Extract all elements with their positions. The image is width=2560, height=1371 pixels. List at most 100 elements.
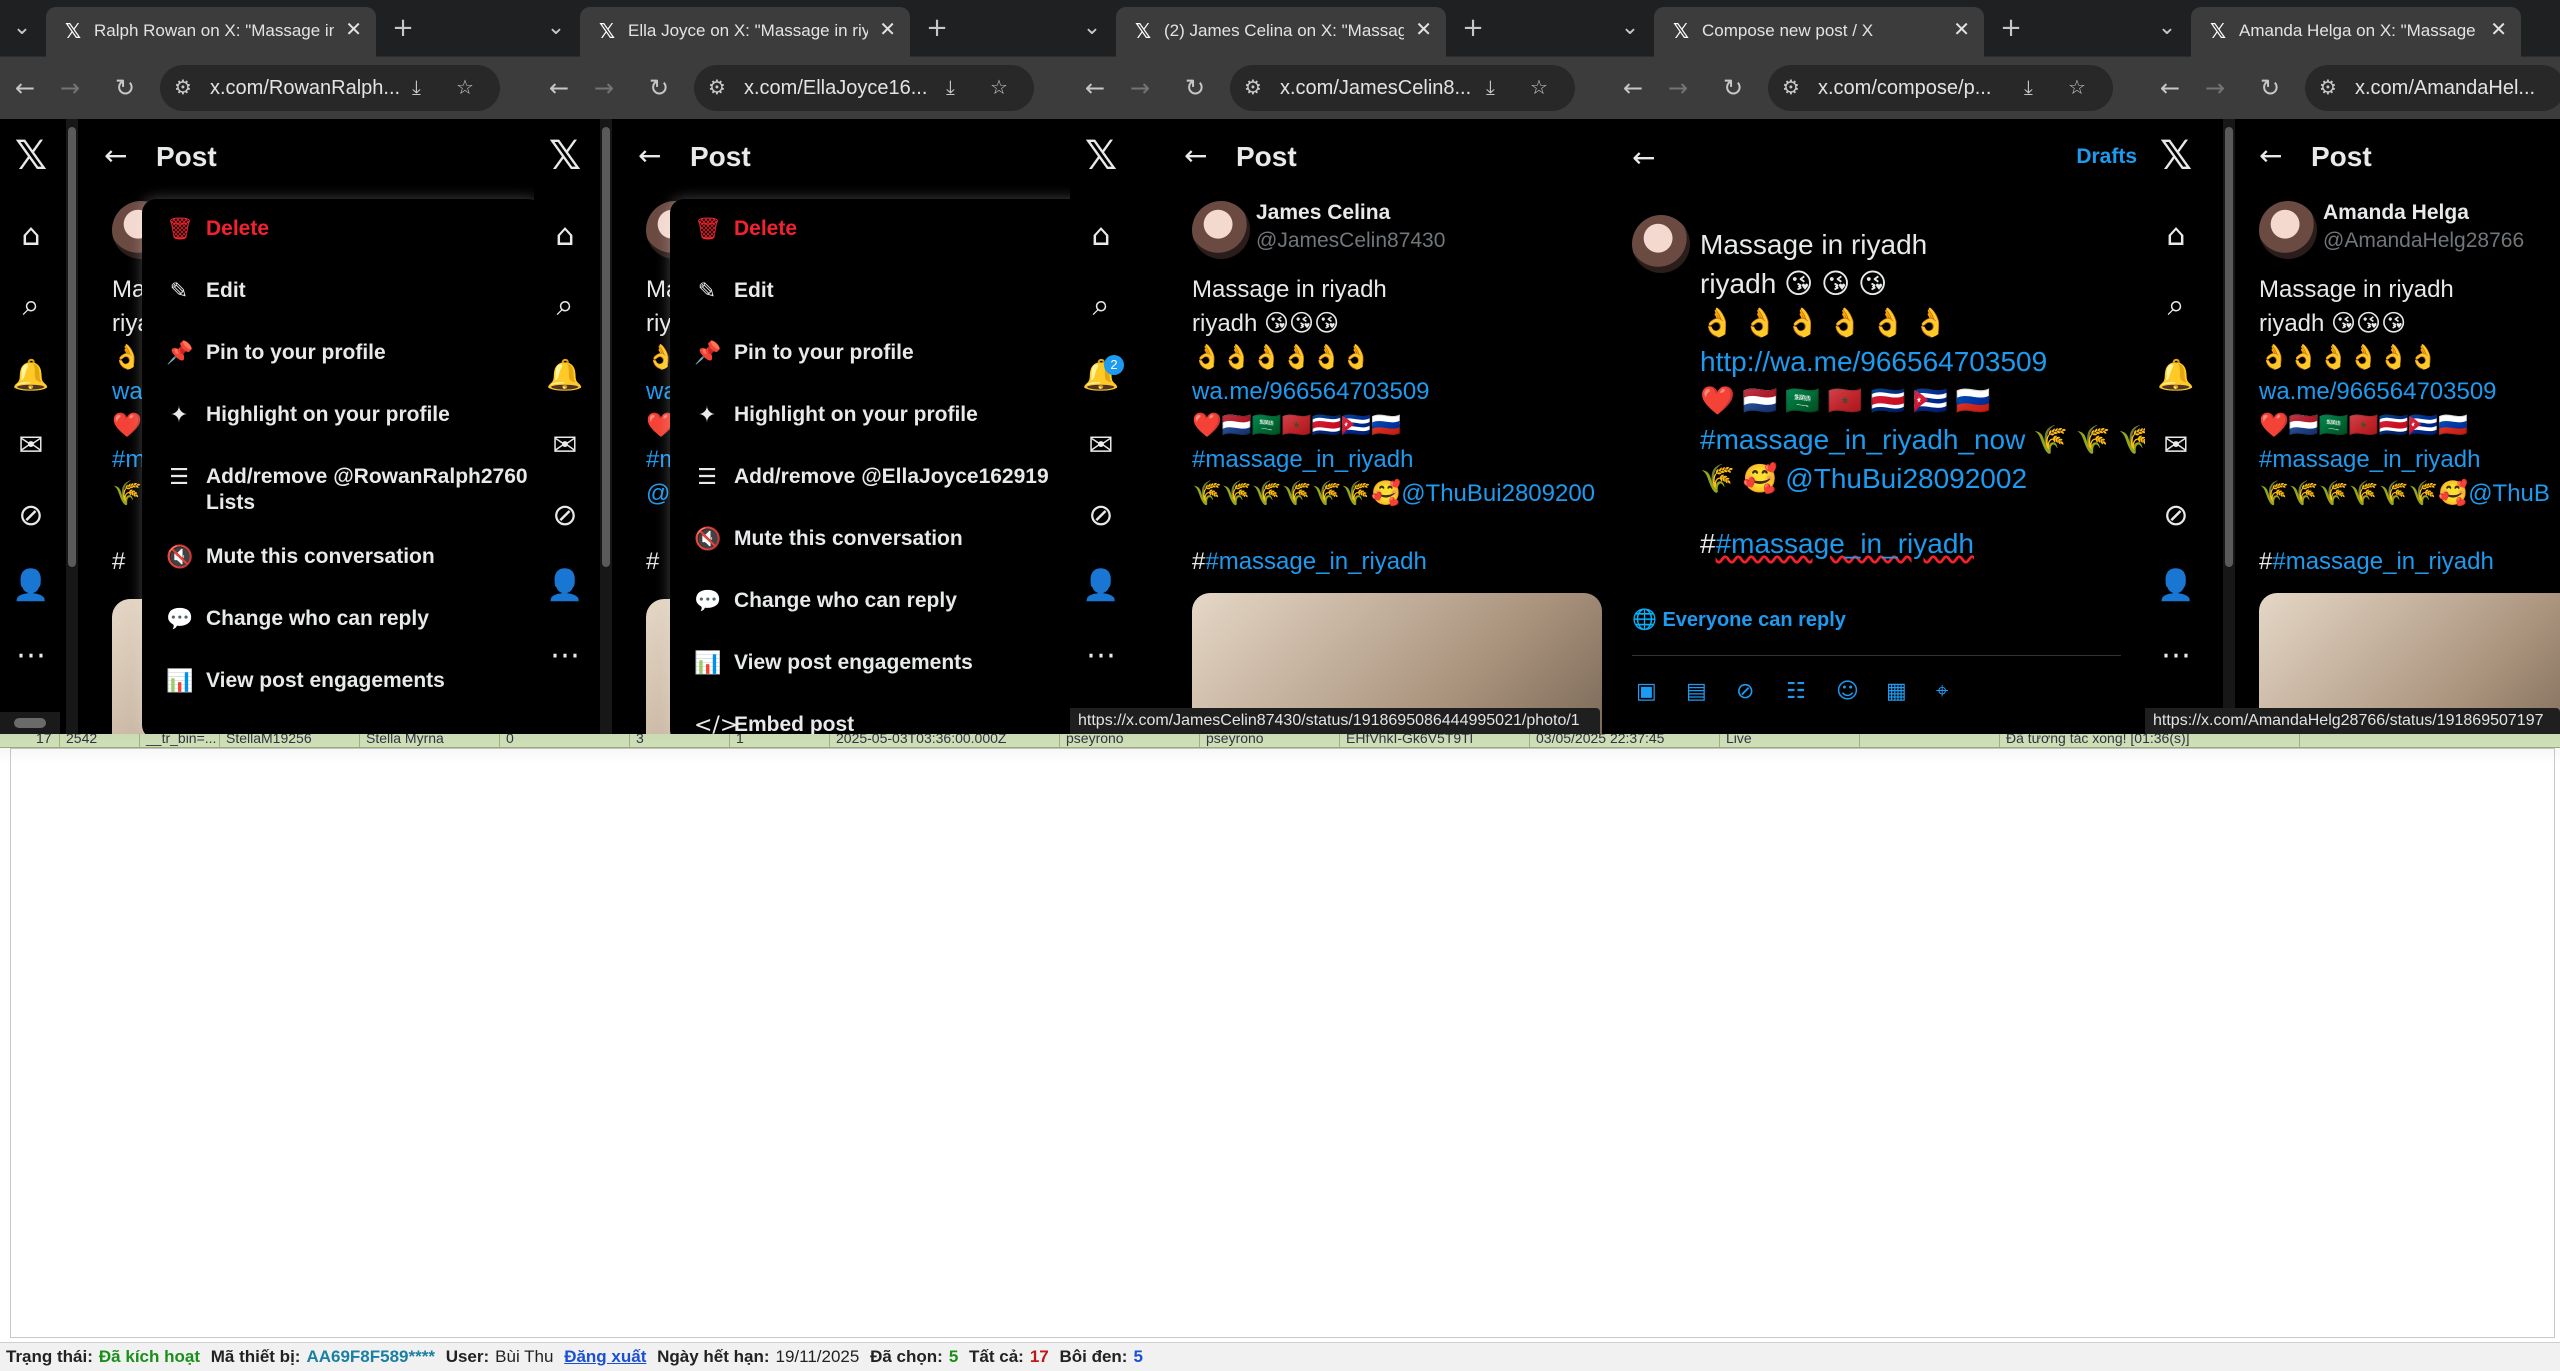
site-info-icon[interactable]: ⚙ (2319, 75, 2337, 99)
author-handle[interactable]: @AmandaHelg28766 (2323, 229, 2524, 253)
back-arrow-icon[interactable]: ← (1632, 141, 1655, 174)
author-name[interactable]: Amanda Helga (2323, 201, 2469, 225)
compose-textarea[interactable]: Massage in riyadh riyadh 😘 😘 😘 👌 👌 👌 👌 👌… (1700, 225, 2145, 563)
omnibox[interactable]: ⚙ x.com/AmandaHel... (2305, 65, 2560, 111)
bookmark-star-icon[interactable]: ☆ (456, 75, 474, 99)
avatar[interactable] (1632, 215, 1690, 273)
sidebar-scrollbar[interactable] (600, 119, 612, 734)
back-arrow-icon[interactable]: ← (1184, 139, 1207, 172)
avatar[interactable] (2259, 201, 2317, 259)
grok-icon[interactable]: ⊘ (2157, 497, 2195, 535)
reload-icon[interactable]: ↻ (1180, 73, 1210, 103)
sidebar-scrollbar[interactable] (66, 119, 78, 734)
omnibox[interactable]: ⚙ x.com/RowanRalph... ⤓ ☆ (160, 65, 500, 111)
tab-search-icon[interactable]: ⌄ (8, 14, 36, 42)
location-icon[interactable]: ⌖ (1936, 679, 1948, 704)
search-icon[interactable]: ⌕ (546, 287, 584, 325)
notifications-icon[interactable]: 🔔 (546, 357, 584, 395)
search-icon[interactable]: ⌕ (1082, 287, 1120, 325)
tab-search-icon[interactable]: ⌄ (542, 14, 570, 42)
new-tab-icon[interactable]: + (1458, 14, 1488, 44)
grok-icon[interactable]: ⊘ (1736, 679, 1754, 704)
reply-setting-button[interactable]: 🌐 Everyone can reply (1632, 607, 1846, 632)
more-icon[interactable]: ⋯ (2157, 637, 2195, 675)
profile-icon[interactable]: 👤 (2157, 567, 2195, 605)
messages-icon[interactable]: ✉ (12, 427, 50, 465)
close-tab-icon[interactable]: ✕ (1415, 17, 1432, 41)
tab-search-icon[interactable]: ⌄ (2153, 14, 2181, 42)
omnibox[interactable]: ⚙ x.com/EllaJoyce16... ⤓ ☆ (694, 65, 1034, 111)
install-app-icon[interactable]: ⤓ (412, 75, 421, 99)
forward-icon[interactable]: → (589, 73, 619, 103)
notifications-icon[interactable]: 🔔 (12, 357, 50, 395)
new-tab-icon[interactable]: + (922, 14, 952, 44)
back-arrow-icon[interactable]: ← (2259, 139, 2282, 172)
reload-icon[interactable]: ↻ (1718, 73, 1748, 103)
emoji-icon[interactable]: ☺ (1836, 679, 1859, 704)
close-tab-icon[interactable]: ✕ (879, 17, 896, 41)
close-tab-icon[interactable]: ✕ (2490, 17, 2507, 41)
close-tab-icon[interactable]: ✕ (1953, 17, 1970, 41)
close-tab-icon[interactable]: ✕ (345, 17, 362, 41)
hashtag-link[interactable]: #massage_in_riyadh (2272, 548, 2493, 575)
home-icon[interactable]: ⌂ (546, 217, 584, 255)
forward-icon[interactable]: → (1663, 73, 1693, 103)
grok-icon[interactable]: ⊘ (546, 497, 584, 535)
back-icon[interactable]: ← (544, 73, 574, 103)
x-logo-icon[interactable]: 𝕏 (2157, 136, 2195, 176)
back-icon[interactable]: ← (10, 73, 40, 103)
install-app-icon[interactable]: ⤓ (2024, 75, 2033, 99)
hashtag-link[interactable]: #massage_in_riyadh (1205, 548, 1426, 575)
more-icon[interactable]: ⋯ (12, 637, 50, 675)
reload-icon[interactable]: ↻ (110, 73, 140, 103)
site-info-icon[interactable]: ⚙ (1782, 75, 1800, 99)
author-handle[interactable]: @JamesCelin87430 (1256, 229, 1445, 253)
hashtag-link[interactable]: #massage_in_riyadh (1192, 443, 1595, 477)
grok-icon[interactable]: ⊘ (12, 497, 50, 535)
gif-icon[interactable]: ▤ (1686, 679, 1707, 704)
tab-search-icon[interactable]: ⌄ (1078, 14, 1106, 42)
bookmark-star-icon[interactable]: ☆ (1530, 75, 1548, 99)
tab-search-icon[interactable]: ⌄ (1616, 14, 1644, 42)
more-icon[interactable]: ⋯ (546, 637, 584, 675)
messages-icon[interactable]: ✉ (546, 427, 584, 465)
sidebar-scrollbar[interactable] (2223, 119, 2235, 734)
forward-icon[interactable]: → (55, 73, 85, 103)
site-info-icon[interactable]: ⚙ (708, 75, 726, 99)
browser-tab[interactable]: 𝕏 Amanda Helga on X: "Massage ✕ (2191, 7, 2521, 57)
forward-icon[interactable]: → (2200, 73, 2230, 103)
omnibox[interactable]: ⚙ x.com/compose/p... ⤓ ☆ (1768, 65, 2113, 111)
forward-icon[interactable]: → (1125, 73, 1155, 103)
x-logo-icon[interactable]: 𝕏 (546, 136, 584, 176)
back-arrow-icon[interactable]: ← (104, 139, 127, 172)
search-icon[interactable]: ⌕ (12, 287, 50, 325)
reload-icon[interactable]: ↻ (2255, 73, 2285, 103)
back-icon[interactable]: ← (1080, 73, 1110, 103)
messages-icon[interactable]: ✉ (2157, 427, 2195, 465)
post-link[interactable]: wa.me/966564703509 (1192, 375, 1595, 409)
grok-icon[interactable]: ⊘ (1082, 497, 1120, 535)
browser-tab[interactable]: 𝕏 Ralph Rowan on X: "Massage in ✕ (46, 7, 376, 57)
x-logo-icon[interactable]: 𝕏 (1082, 136, 1120, 176)
logout-link[interactable]: Đăng xuất (564, 1347, 646, 1366)
mention-link[interactable]: @ThuB (2468, 480, 2550, 507)
back-icon[interactable]: ← (1618, 73, 1648, 103)
new-tab-icon[interactable]: + (388, 14, 418, 44)
bookmark-star-icon[interactable]: ☆ (990, 75, 1008, 99)
back-icon[interactable]: ← (2155, 73, 2185, 103)
browser-tab[interactable]: 𝕏 (2) James Celina on X: "Massag ✕ (1116, 7, 1446, 57)
reload-icon[interactable]: ↻ (644, 73, 674, 103)
install-app-icon[interactable]: ⤓ (946, 75, 955, 99)
home-icon[interactable]: ⌂ (12, 217, 50, 255)
image-icon[interactable]: ▣ (1636, 679, 1657, 704)
horizontal-scrollbar[interactable] (0, 712, 60, 734)
home-icon[interactable]: ⌂ (1082, 217, 1120, 255)
back-arrow-icon[interactable]: ← (638, 139, 661, 172)
bookmark-star-icon[interactable]: ☆ (2068, 75, 2086, 99)
author-name[interactable]: James Celina (1256, 201, 1390, 225)
profile-icon[interactable]: 👤 (12, 567, 50, 605)
mention-link[interactable]: @ThuBui2809200 (1401, 480, 1595, 507)
schedule-icon[interactable]: ▦ (1886, 679, 1907, 704)
profile-icon[interactable]: 👤 (546, 567, 584, 605)
site-info-icon[interactable]: ⚙ (1244, 75, 1262, 99)
